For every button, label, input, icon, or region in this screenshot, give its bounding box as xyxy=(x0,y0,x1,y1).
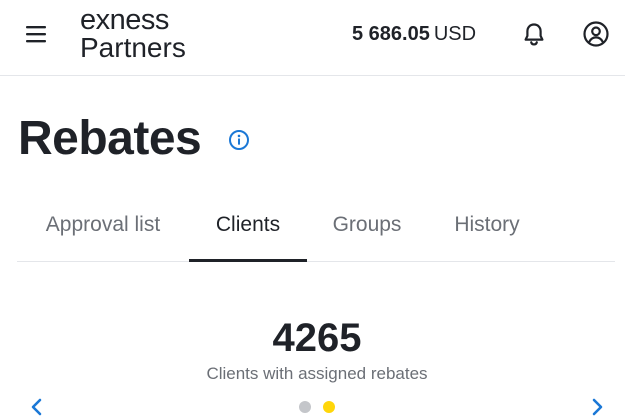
chevron-left-icon xyxy=(31,398,42,416)
tab-history[interactable]: History xyxy=(427,196,547,261)
page-title: Rebates xyxy=(18,112,202,165)
menu-button[interactable] xyxy=(22,22,50,46)
logo-brand-text: exness xyxy=(80,4,169,36)
carousel-dot-1[interactable] xyxy=(299,401,311,413)
tab-approval-list[interactable]: Approval list xyxy=(17,196,189,261)
info-icon xyxy=(229,130,249,150)
rebates-tabs: Approval list Clients Groups History xyxy=(17,196,615,262)
tab-groups[interactable]: Groups xyxy=(307,196,427,261)
clients-count-label: Clients with assigned rebates xyxy=(206,364,428,383)
top-header: exness Partners 5 686.05 USD xyxy=(0,0,625,76)
tab-clients[interactable]: Clients xyxy=(189,196,307,262)
rebates-page: exness Partners 5 686.05 USD Rebates App… xyxy=(0,0,625,418)
logo-subtitle-text: Partners xyxy=(80,32,186,63)
notifications-button[interactable] xyxy=(520,20,548,48)
carousel-previous-button[interactable] xyxy=(28,396,46,418)
hamburger-menu-icon xyxy=(26,26,46,43)
carousel-dot-2[interactable] xyxy=(323,401,335,413)
bell-icon xyxy=(524,23,544,46)
account-balance: 5 686.05 USD xyxy=(352,21,476,47)
balance-amount: 5 686.05 xyxy=(352,23,430,45)
balance-currency: USD xyxy=(433,23,477,45)
carousel-next-button[interactable] xyxy=(588,396,606,418)
profile-button[interactable] xyxy=(582,20,610,48)
rebates-info-button[interactable] xyxy=(228,129,250,151)
exness-partners-logo[interactable]: exness Partners xyxy=(80,6,186,62)
clients-count-value: 4265 xyxy=(272,316,362,360)
user-circle-icon xyxy=(583,21,609,47)
chevron-right-icon xyxy=(592,398,603,416)
